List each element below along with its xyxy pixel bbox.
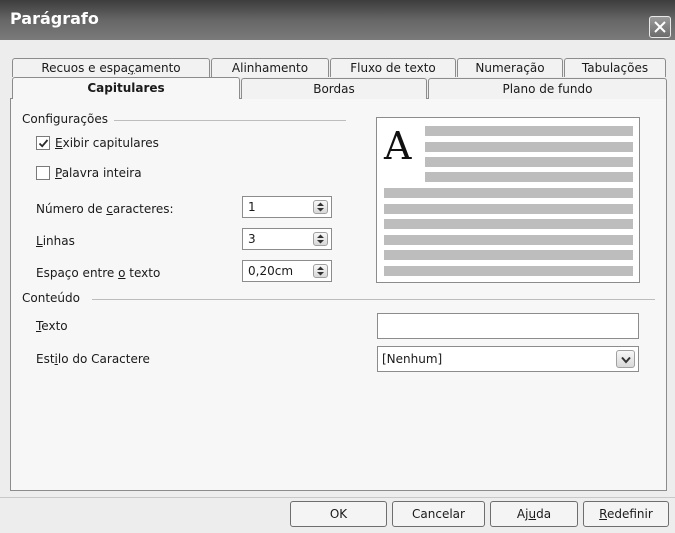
title-bar[interactable]: Parágrafo — [0, 0, 675, 40]
tab-label: Capitulares — [87, 81, 165, 95]
dropcap-letter: A — [384, 124, 412, 168]
preview-line — [425, 142, 633, 152]
preview-line — [425, 172, 633, 182]
dropcap-preview: A — [376, 117, 640, 283]
char-style-label: Estilo do Caractere — [36, 352, 150, 366]
whole-word-checkbox[interactable] — [36, 166, 50, 180]
tab-label: Tabulações — [581, 61, 649, 75]
preview-line — [384, 204, 633, 214]
reset-label: Redefinir — [599, 507, 653, 521]
cancel-button[interactable]: Cancelar — [392, 501, 485, 527]
help-button[interactable]: Ajuda — [490, 501, 578, 527]
whole-word-label[interactable]: Palavra inteira — [55, 166, 142, 180]
chevron-down-icon — [621, 356, 631, 364]
lines-label: Linhas — [36, 234, 75, 248]
config-section-label: Configurações — [22, 112, 108, 126]
spacing-value: 0,20cm — [248, 264, 294, 278]
preview-line — [384, 219, 633, 229]
preview-line — [425, 157, 633, 167]
show-dropcaps-label[interactable]: Exibir capitulares — [55, 136, 159, 150]
tab-label: Recuos e espaçamento — [41, 61, 181, 75]
preview-line — [425, 126, 633, 136]
window-title: Parágrafo — [10, 9, 99, 28]
text-label: Texto — [36, 319, 68, 333]
tab-label: Bordas — [313, 82, 355, 96]
check-icon — [38, 139, 49, 148]
tab-label: Numeração — [475, 61, 545, 75]
paragraph-dialog: Parágrafo Recuos e espaçamento Alinhamen… — [0, 0, 675, 533]
show-dropcaps-checkbox[interactable] — [36, 136, 50, 150]
preview-line — [384, 266, 633, 276]
num-chars-value: 1 — [248, 200, 256, 214]
text-input[interactable] — [377, 313, 639, 339]
preview-line — [384, 188, 633, 198]
config-separator — [114, 120, 346, 121]
content-separator — [92, 299, 655, 300]
tab-label: Fluxo de texto — [350, 61, 436, 75]
spacing-label: Espaço entre o texto — [36, 266, 161, 280]
content-section-label: Conteúdo — [22, 291, 80, 305]
ok-label: OK — [329, 507, 348, 521]
char-style-select[interactable]: [Nenhum] — [377, 346, 639, 372]
tab-recuos-espacamento[interactable]: Recuos e espaçamento — [12, 58, 210, 77]
preview-line — [384, 250, 633, 260]
help-label: Ajuda — [516, 507, 552, 521]
tab-label: Plano de fundo — [502, 82, 593, 96]
tab-tabulacoes[interactable]: Tabulações — [564, 58, 666, 77]
reset-button[interactable]: Redefinir — [583, 501, 669, 527]
ok-button[interactable]: OK — [290, 501, 387, 527]
footer-separator — [0, 497, 675, 498]
lines-spinner[interactable]: 3 — [242, 228, 332, 250]
tab-label: Alinhamento — [231, 61, 309, 75]
tab-fluxo-texto[interactable]: Fluxo de texto — [330, 58, 456, 77]
tab-capitulares[interactable]: Capitulares — [12, 77, 240, 99]
dropdown-button[interactable] — [616, 350, 635, 368]
tab-alinhamento[interactable]: Alinhamento — [211, 58, 329, 77]
char-style-value: [Nenhum] — [382, 352, 443, 366]
cancel-label: Cancelar — [412, 507, 465, 521]
num-chars-label: Número de caracteres: — [36, 202, 174, 216]
num-chars-spinner[interactable]: 1 — [242, 196, 332, 218]
spacing-spinner[interactable]: 0,20cm — [242, 260, 332, 282]
preview-line — [384, 235, 633, 245]
lines-value: 3 — [248, 232, 256, 246]
close-button[interactable] — [649, 16, 671, 38]
spin-arrows-icon[interactable] — [313, 264, 328, 278]
tab-numeracao[interactable]: Numeração — [457, 58, 563, 77]
spin-arrows-icon[interactable] — [313, 200, 328, 214]
close-icon — [654, 21, 666, 33]
tab-bordas[interactable]: Bordas — [241, 78, 427, 99]
spin-arrows-icon[interactable] — [313, 232, 328, 246]
tab-plano-de-fundo[interactable]: Plano de fundo — [428, 78, 667, 99]
